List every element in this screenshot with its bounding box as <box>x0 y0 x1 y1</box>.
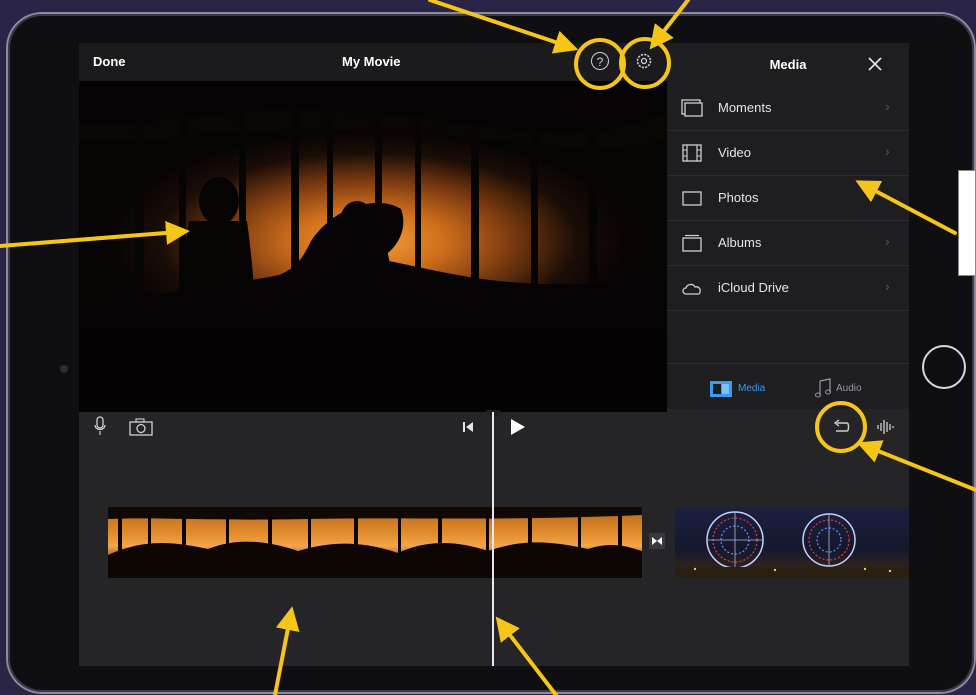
video-viewer[interactable] <box>79 81 667 412</box>
chevron-right-icon: › <box>885 233 890 249</box>
play-icon[interactable] <box>510 418 526 436</box>
chevron-right-icon: › <box>885 278 890 294</box>
carousel-silhouette-image <box>79 81 667 412</box>
project-title: My Movie <box>342 54 401 69</box>
audio-waveform-icon[interactable] <box>876 418 896 436</box>
top-bar: Done My Movie ? <box>79 43 667 81</box>
ferris-wheel-filmstrip-thumbnails <box>675 511 909 578</box>
tab-media-label: Media <box>738 383 766 394</box>
media-item-label: iCloud Drive <box>718 280 789 295</box>
callout-box <box>958 170 976 276</box>
carousel-filmstrip-thumbnails <box>108 507 642 578</box>
moments-icon <box>681 99 703 117</box>
media-item-icloud-drive[interactable]: iCloud Drive › <box>667 265 909 311</box>
front-camera <box>60 365 68 373</box>
done-button[interactable]: Done <box>93 54 126 69</box>
media-item-label: Moments <box>718 100 772 115</box>
media-item-photos[interactable]: Photos <box>667 175 909 221</box>
media-item-albums[interactable]: Albums › <box>667 220 909 266</box>
media-tab-bar: Media Audio <box>667 363 909 410</box>
help-icon[interactable]: ? <box>591 52 609 70</box>
close-icon[interactable] <box>867 56 883 72</box>
camera-icon[interactable] <box>129 418 153 436</box>
media-item-moments[interactable]: Moments › <box>667 85 909 131</box>
media-browser-panel: Media Moments › Video › Photos Albums › … <box>667 43 909 409</box>
tab-media[interactable]: Media <box>710 380 765 403</box>
media-tab-icon <box>710 381 732 397</box>
chevron-right-icon: › <box>885 98 890 114</box>
transition-icon[interactable] <box>649 533 665 549</box>
timeline[interactable] <box>79 410 909 666</box>
music-note-icon <box>815 378 831 398</box>
film-icon <box>682 144 702 162</box>
media-item-label: Video <box>718 145 752 160</box>
album-icon <box>682 234 702 252</box>
skip-to-start-icon[interactable] <box>461 420 475 434</box>
tab-audio-label: Audio <box>836 383 862 394</box>
media-item-label: Albums <box>718 235 762 250</box>
video-clip-ferris-wheel[interactable] <box>675 507 909 578</box>
cloud-icon <box>682 283 701 295</box>
video-clip-carousel[interactable] <box>108 507 642 578</box>
media-item-video[interactable]: Video › <box>667 130 909 176</box>
home-button[interactable] <box>922 345 966 389</box>
undo-icon[interactable] <box>832 419 850 435</box>
imovie-screen: Done My Movie ? Media Moments › Video › … <box>79 43 909 666</box>
tab-audio[interactable]: Audio <box>814 378 862 403</box>
microphone-icon[interactable] <box>93 416 107 436</box>
chevron-right-icon: › <box>885 143 890 159</box>
gear-icon[interactable] <box>634 51 654 71</box>
playhead[interactable] <box>492 412 494 666</box>
photo-icon <box>682 191 702 206</box>
media-item-label: Photos <box>718 190 759 205</box>
